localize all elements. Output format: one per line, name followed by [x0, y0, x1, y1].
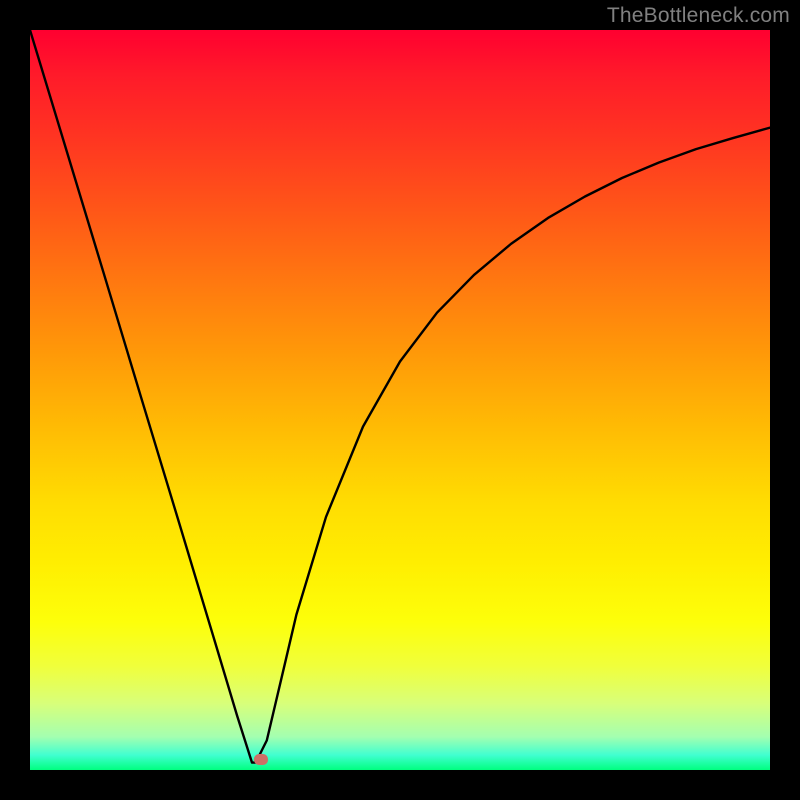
- optimal-point-marker: [254, 754, 268, 765]
- bottleneck-curve: [30, 30, 770, 770]
- chart-frame: TheBottleneck.com: [0, 0, 800, 800]
- plot-area: [30, 30, 770, 770]
- watermark-text: TheBottleneck.com: [607, 4, 790, 28]
